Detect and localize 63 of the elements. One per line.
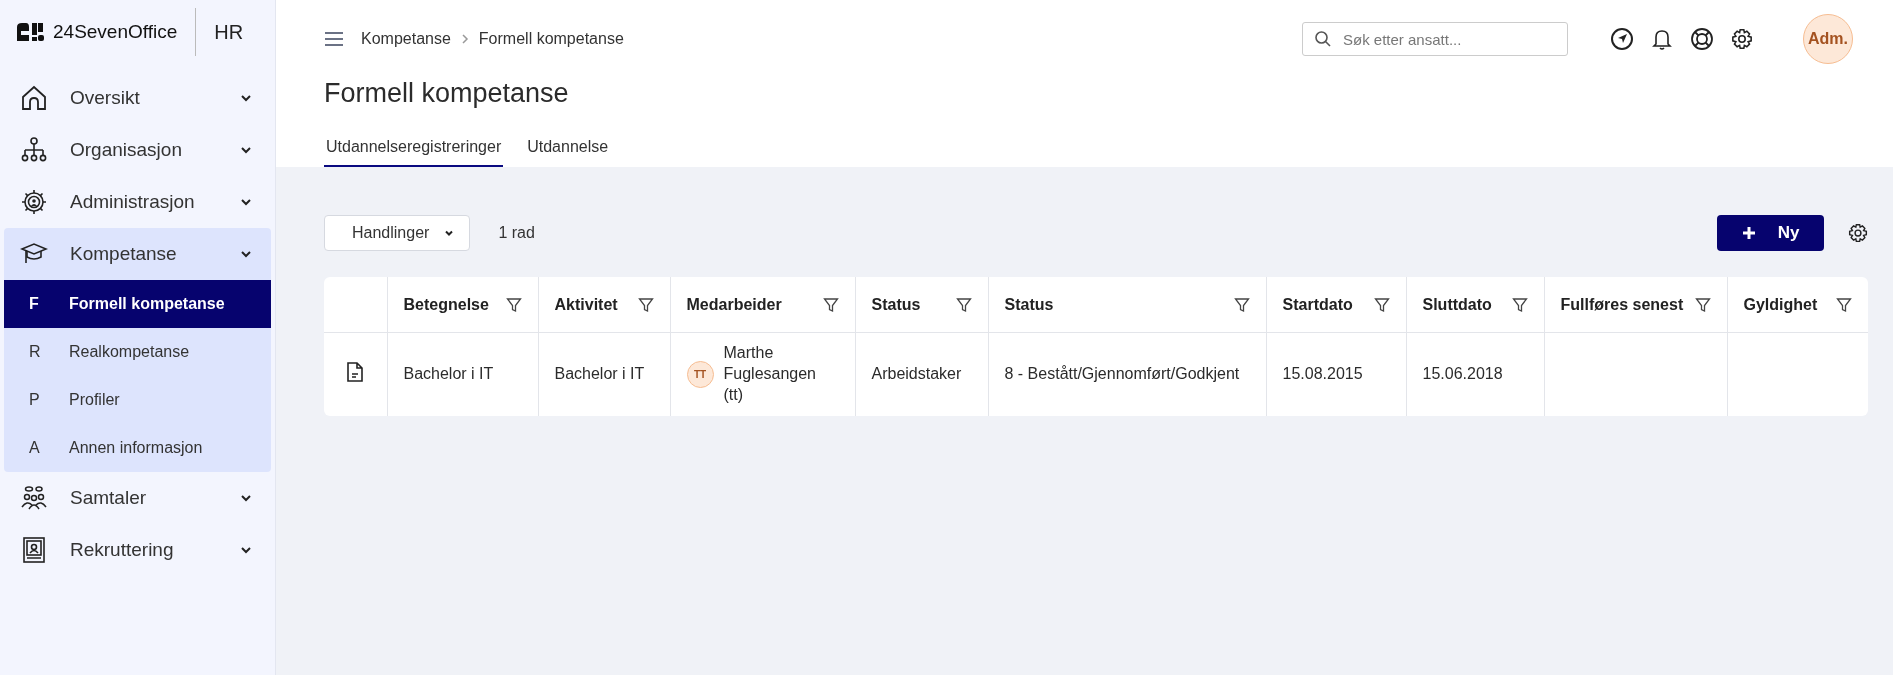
search-icon	[1314, 30, 1332, 48]
column-header[interactable]: Status	[871, 295, 921, 314]
column-header[interactable]: Medarbeider	[686, 295, 782, 314]
bell-icon[interactable]	[1651, 27, 1673, 51]
table-cell-text: Arbeidstaker	[871, 365, 962, 383]
tab[interactable]: Utdannelseregistreringer	[324, 132, 504, 167]
menu-icon[interactable]	[324, 31, 344, 47]
column-header[interactable]: Gyldighet	[1743, 295, 1818, 314]
nav-item[interactable]: Organisasjon	[4, 124, 271, 176]
search-field[interactable]: Søk etter ansatt...	[1302, 22, 1568, 56]
nav-subitem[interactable]: R Realkompetanse	[4, 328, 271, 376]
column-header[interactable]: Status	[1004, 295, 1054, 314]
filter-icon[interactable]	[1836, 296, 1852, 313]
new-button[interactable]: Ny	[1717, 215, 1824, 251]
filter-icon[interactable]	[637, 296, 654, 313]
table-cell-text: Bachelor i IT	[403, 365, 494, 383]
plus-icon	[1741, 226, 1756, 240]
filter-icon[interactable]	[1694, 296, 1711, 313]
chevron-right-icon	[460, 33, 469, 45]
employee-avatar: TT	[686, 361, 714, 388]
employee-name: Marthe Fuglesangen (tt)	[723, 343, 817, 405]
page-title: Formell kompetanse	[324, 78, 570, 110]
nav-subitem[interactable]: F Formell kompetanse	[4, 280, 271, 328]
gear-person-icon	[20, 188, 48, 216]
filter-icon[interactable]	[505, 296, 522, 313]
settings-icon[interactable]	[1848, 223, 1868, 243]
actions-dropdown[interactable]: Handlinger	[324, 215, 471, 251]
table-cell-text: 8 - Bestått/Gjennomført/Godkjent	[1004, 365, 1240, 383]
tab[interactable]: Utdannelse	[525, 132, 611, 167]
breadcrumb-link[interactable]: Formell kompetanse	[478, 30, 624, 48]
column-header[interactable]: Aktivitet	[554, 295, 618, 314]
column-header[interactable]: Betegnelse	[403, 295, 489, 314]
nav-item[interactable]: Administrasjon	[4, 176, 271, 228]
filter-icon[interactable]	[1511, 296, 1528, 313]
breadcrumb-link[interactable]: Kompetanse	[361, 30, 451, 48]
table-cell-text: Bachelor i IT	[554, 365, 645, 383]
nav-item[interactable]: Rekruttering	[4, 524, 271, 576]
row-count: 1 rad	[498, 224, 535, 242]
document-icon[interactable]	[346, 360, 365, 383]
column-header[interactable]: Fullføres senest	[1560, 295, 1684, 314]
column-header[interactable]: Startdato	[1282, 295, 1353, 314]
filter-icon[interactable]	[955, 296, 972, 313]
nav-item[interactable]: Kompetanse	[4, 228, 271, 280]
logo-icon	[16, 22, 46, 42]
lifebuoy-icon[interactable]	[1690, 27, 1714, 51]
filter-icon[interactable]	[1373, 296, 1390, 313]
table-cell-text: 15.08.2015	[1282, 365, 1363, 383]
brand-name: 24SevenOffice	[53, 21, 178, 43]
nav-item[interactable]: Samtaler	[4, 472, 271, 524]
nav-subitem[interactable]: A Annen informasjon	[4, 424, 271, 472]
id-card-icon	[20, 536, 48, 564]
table-cell-text: 15.06.2018	[1422, 365, 1503, 383]
org-chart-icon	[20, 136, 48, 164]
module-name: HR	[214, 20, 244, 44]
column-header[interactable]: Sluttdato	[1422, 295, 1492, 314]
nav-item[interactable]: Oversikt	[4, 72, 271, 124]
filter-icon[interactable]	[1233, 296, 1250, 313]
people-icon	[20, 484, 48, 512]
settings-icon[interactable]	[1731, 28, 1753, 50]
filter-icon[interactable]	[822, 296, 839, 313]
house-icon	[20, 84, 48, 112]
nav-subitem[interactable]: P Profiler	[4, 376, 271, 424]
user-avatar[interactable]: Adm.	[1803, 14, 1853, 64]
